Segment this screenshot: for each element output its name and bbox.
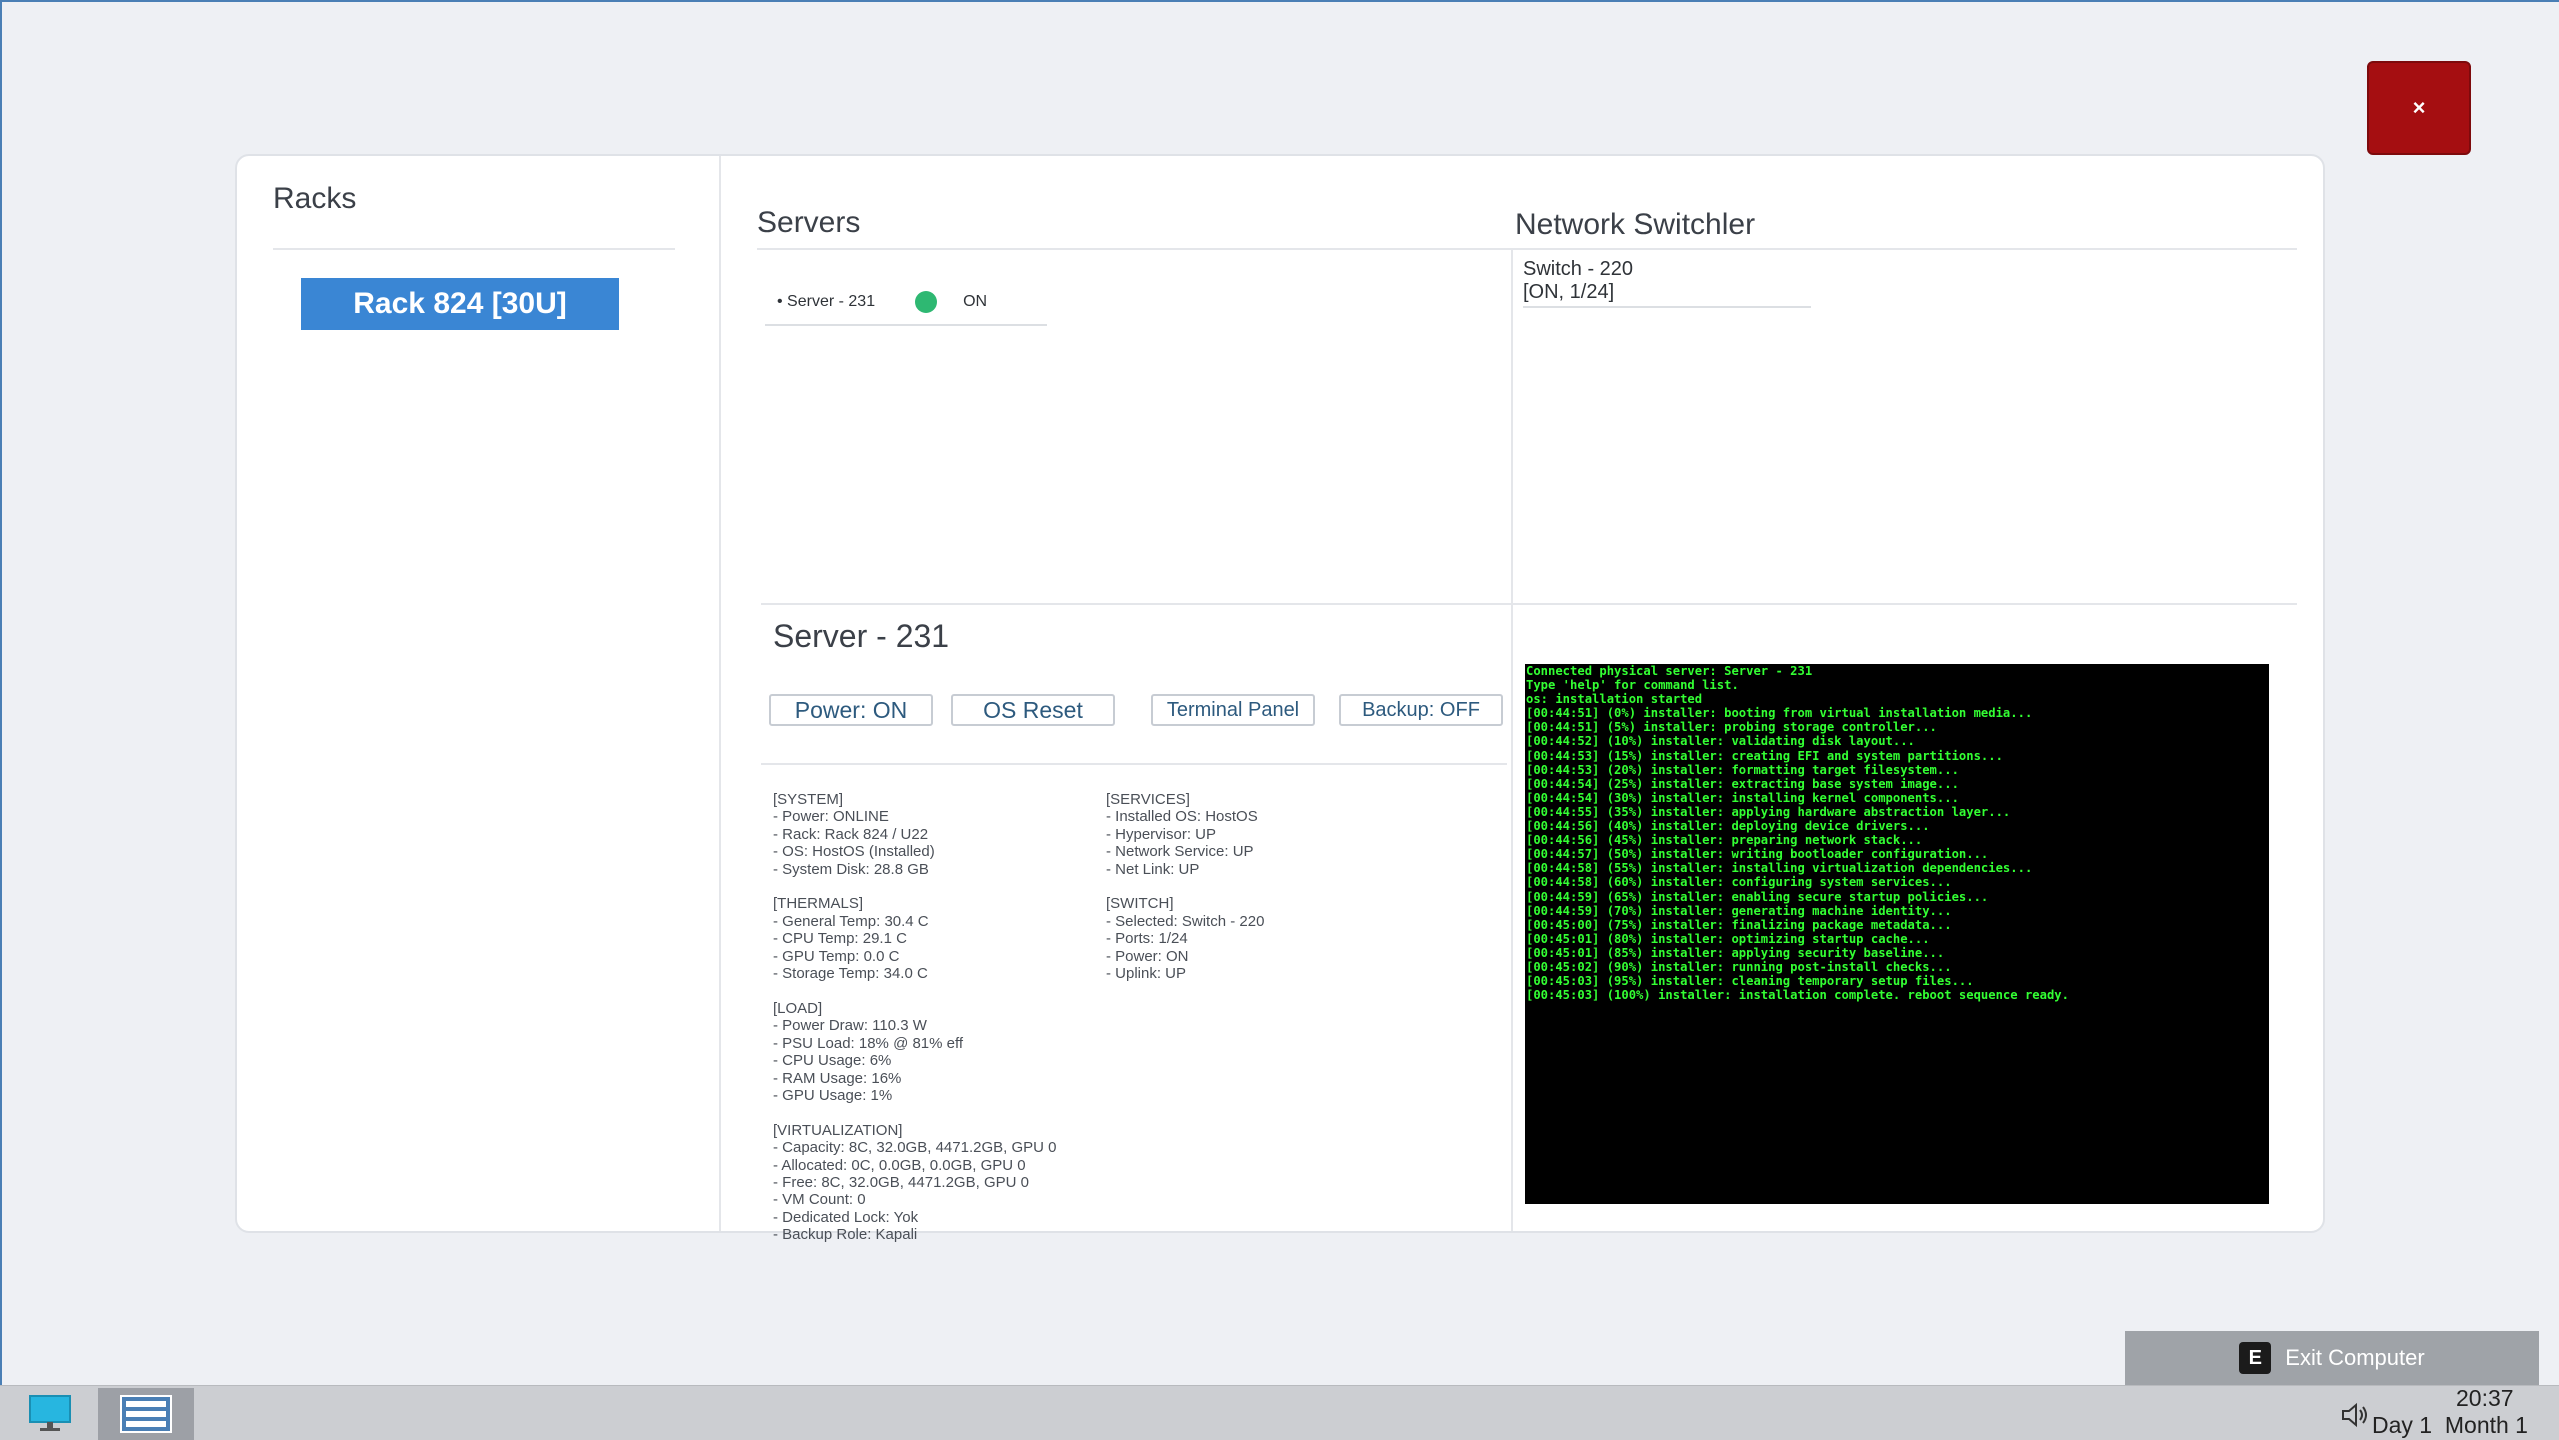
server-name: • Server - 231: [777, 293, 876, 310]
info-line: - VM Count: 0: [773, 1191, 866, 1209]
server-management-panel: Racks Rack 824 [30U] Servers Network Swi…: [235, 154, 2325, 1243]
terminal-line: [00:45:00] (75%) installer: finalizing p…: [1526, 917, 1952, 932]
server-status: ON: [963, 293, 988, 310]
racks-title: Racks: [273, 182, 357, 215]
monitor-icon[interactable]: [2, 1388, 98, 1440]
info-line: - Backup Role: Kapali: [773, 1226, 918, 1244]
info-line: - Rack: Rack 824 / U22: [773, 825, 929, 843]
info-line: - PSU Load: 18% @ 81% eff: [773, 1034, 964, 1052]
info-line: - OS: HostOS (Installed): [773, 843, 935, 861]
info-section-heading: [THERMALS]: [773, 895, 864, 913]
info-line: - Dedicated Lock: Yok: [773, 1208, 919, 1226]
terminal-line: [00:45:02] (90%) installer: running post…: [1526, 959, 1952, 974]
os-reset-button[interactable]: OS Reset: [951, 694, 1115, 726]
taskbar: [0, 1385, 2559, 1440]
terminal-line: [00:44:57] (50%) installer: writing boot…: [1526, 847, 1989, 862]
info-line: - GPU Usage: 1%: [773, 1086, 893, 1104]
info-line: - Allocated: 0C, 0.0GB, 0.0GB, GPU 0: [773, 1156, 1026, 1174]
divider: [757, 248, 2297, 250]
terminal-line: [00:44:59] (65%) installer: enabling sec…: [1526, 889, 1989, 904]
divider: [1511, 248, 1513, 1231]
clock-date: Day 1 Month 1: [2372, 1412, 2528, 1438]
racks-column: Racks Rack 824 [30U]: [237, 156, 721, 1231]
info-line: - Capacity: 8C, 32.0GB, 4471.2GB, GPU 0: [773, 1139, 1057, 1157]
info-line: - Free: 8C, 32.0GB, 4471.2GB, GPU 0: [773, 1173, 1029, 1191]
terminal-line: [00:44:53] (20%) installer: formatting t…: [1526, 762, 1959, 777]
servers-title: Servers: [757, 206, 861, 239]
terminal-line: [00:44:58] (55%) installer: installing v…: [1526, 861, 2033, 876]
status-indicator-dot: [915, 291, 938, 313]
terminal-output[interactable]: Connected physical server: Server - 231 T…: [1525, 664, 2269, 1204]
info-line: - Selected: Switch - 220: [1106, 912, 1265, 930]
key-hint-e: E: [2239, 1342, 2272, 1374]
info-section-heading: [LOAD]: [773, 999, 823, 1017]
info-line: - CPU Usage: 6%: [773, 1052, 892, 1070]
terminal-line: Connected physical server: Server - 231: [1526, 664, 1813, 678]
server-rack-app-icon[interactable]: [98, 1388, 194, 1440]
switch-list-item[interactable]: Switch - 220 [ON, 1/24]: [1523, 258, 1811, 308]
info-line: - Network Service: UP: [1106, 843, 1254, 861]
terminal-line: os: installation started: [1526, 692, 1703, 707]
info-line: - Installed OS: HostOS: [1106, 808, 1258, 826]
network-switch-title: Network Switchler: [1515, 208, 1756, 241]
close-button[interactable]: ×: [2367, 61, 2471, 155]
terminal-line: [00:45:01] (80%) installer: optimizing s…: [1526, 931, 1930, 946]
info-line: - Uplink: UP: [1106, 965, 1187, 983]
terminal-line: [00:45:03] (100%) installer: installatio…: [1526, 988, 2069, 1003]
desktop-edge: [0, 0, 2559, 2]
desktop-edge: [0, 0, 2, 1385]
server-detail-title: Server - 231: [773, 618, 950, 654]
info-section-heading: [SWITCH]: [1106, 895, 1174, 913]
terminal-line: [00:44:59] (70%) installer: generating m…: [1526, 903, 1952, 918]
info-section-heading: [SYSTEM]: [773, 791, 844, 808]
divider: [761, 763, 1507, 765]
info-line: - CPU Temp: 29.1 C: [773, 930, 907, 948]
info-line: - Storage Temp: 34.0 C: [773, 965, 928, 983]
terminal-line: [00:44:54] (25%) installer: extracting b…: [1526, 776, 1959, 791]
info-section-heading: [SERVICES]: [1106, 791, 1190, 808]
info-section-heading: [VIRTUALIZATION]: [773, 1121, 903, 1139]
terminal-line: [00:45:01] (85%) installer: applying sec…: [1526, 945, 1945, 960]
info-line: - System Disk: 28.8 GB: [773, 860, 929, 878]
clock-time: 20:37: [2456, 1385, 2514, 1411]
terminal-line: [00:44:53] (15%) installer: creating EFI…: [1526, 748, 2003, 763]
terminal-panel-button[interactable]: Terminal Panel: [1151, 694, 1315, 726]
info-line: - Power: ONLINE: [773, 808, 889, 826]
speaker-icon[interactable]: [2340, 1402, 2372, 1433]
info-line: - Ports: 1/24: [1106, 930, 1188, 948]
divider: [761, 603, 2297, 605]
info-line: - Hypervisor: UP: [1106, 825, 1217, 843]
info-line: - Net Link: UP: [1106, 860, 1200, 878]
info-line: - Power Draw: 110.3 W: [773, 1017, 927, 1035]
info-line: - GPU Temp: 0.0 C: [773, 947, 900, 965]
terminal-line: [00:44:55] (35%) installer: applying har…: [1526, 804, 2011, 819]
exit-computer-button[interactable]: E Exit Computer: [2125, 1331, 2539, 1385]
terminal-line: Type 'help' for command list.: [1526, 678, 1739, 693]
terminal-line: [00:44:51] (0%) installer: booting from …: [1526, 706, 2033, 721]
power-button[interactable]: Power: ON: [769, 694, 933, 726]
terminal-line: [00:45:03] (95%) installer: cleaning tem…: [1526, 974, 1974, 989]
terminal-line: [00:44:52] (10%) installer: validating d…: [1526, 734, 1915, 749]
terminal-line: [00:44:58] (60%) installer: configuring …: [1526, 875, 1952, 890]
switch-status: [ON, 1/24]: [1523, 281, 1615, 303]
info-line: - General Temp: 30.4 C: [773, 912, 929, 930]
server-list-item[interactable]: • Server - 231 ON: [765, 280, 1047, 326]
info-line: - Power: ON: [1106, 947, 1189, 965]
divider: [273, 248, 675, 250]
system-info-left: [SYSTEM] - Power: ONLINE - Rack: Rack 824 …: [773, 791, 1056, 1244]
backup-button[interactable]: Backup: OFF: [1339, 694, 1503, 726]
info-line: - RAM Usage: 16%: [773, 1069, 902, 1087]
terminal-line: [00:44:56] (45%) installer: preparing ne…: [1526, 833, 1923, 848]
system-info-right: [SERVICES] - Installed OS: HostOS - Hyperv…: [1106, 791, 1264, 982]
terminal-line: [00:44:54] (30%) installer: installing k…: [1526, 790, 1959, 805]
terminal-line: [00:44:56] (40%) installer: deploying de…: [1526, 819, 1930, 834]
switch-name: Switch - 220: [1523, 258, 1634, 280]
exit-computer-label: Exit Computer: [2285, 1345, 2425, 1370]
rack-item[interactable]: Rack 824 [30U]: [301, 278, 619, 330]
terminal-line: [00:44:51] (5%) installer: probing stora…: [1526, 720, 1937, 735]
